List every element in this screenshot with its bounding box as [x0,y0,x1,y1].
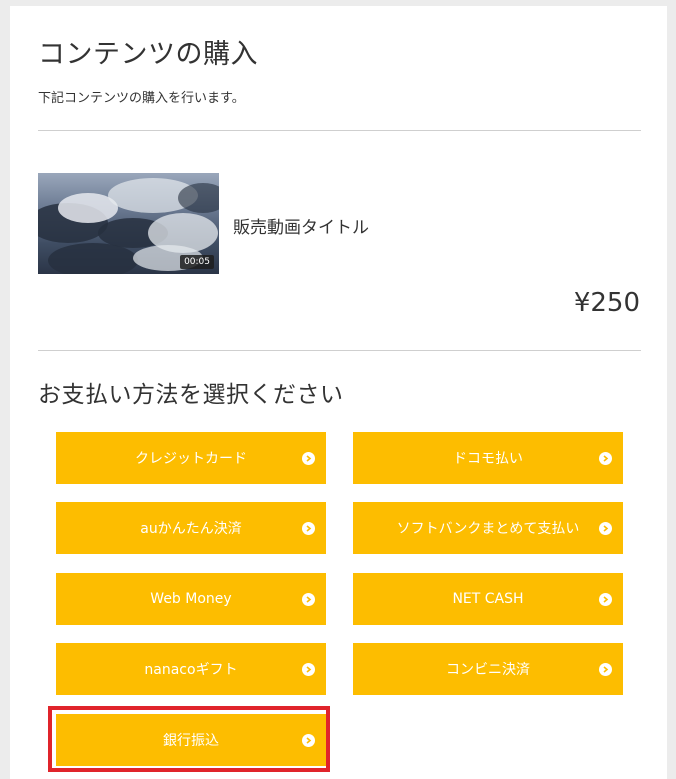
chevron-right-icon [302,522,315,535]
button-label: クレジットカード [135,451,247,467]
chevron-right-icon [599,593,612,606]
chevron-right-icon [302,734,315,747]
pay-docomo-button[interactable]: ドコモ払い [353,432,623,484]
payment-heading: お支払い方法を選択ください [38,382,344,408]
pay-webmoney-button[interactable]: Web Money [56,573,326,625]
chevron-right-icon [599,522,612,535]
button-label: ソフトバンクまとめて支払い [396,521,580,537]
pay-netcash-button[interactable]: NET CASH [353,573,623,625]
button-label: auかんたん決済 [140,521,242,537]
purchase-card: コンテンツの購入 下記コンテンツの購入を行います。 00:05 販売動画タイトル… [10,6,667,779]
divider [38,350,641,351]
button-label: nanacoギフト [144,662,238,678]
chevron-right-icon [302,593,315,606]
pay-au-button[interactable]: auかんたん決済 [56,502,326,554]
pay-bank-transfer-button[interactable]: 銀行振込 [56,714,326,766]
pay-convenience-store-button[interactable]: コンビニ決済 [353,643,623,695]
video-thumbnail[interactable]: 00:05 [38,173,219,274]
price: ¥250 [573,288,640,318]
page-subtitle: 下記コンテンツの購入を行います。 [38,91,245,106]
button-label: ドコモ払い [453,451,523,467]
video-duration: 00:05 [180,255,214,269]
pay-softbank-button[interactable]: ソフトバンクまとめて支払い [353,502,623,554]
button-label: 銀行振込 [163,733,219,749]
chevron-right-icon [599,663,612,676]
divider [38,130,641,131]
button-label: NET CASH [452,591,524,607]
button-label: コンビニ決済 [446,662,530,678]
video-title: 販売動画タイトル [233,218,369,238]
pay-nanaco-button[interactable]: nanacoギフト [56,643,326,695]
page-title: コンテンツの購入 [38,39,258,70]
chevron-right-icon [302,663,315,676]
pay-credit-card-button[interactable]: クレジットカード [56,432,326,484]
chevron-right-icon [599,452,612,465]
chevron-right-icon [302,452,315,465]
button-label: Web Money [150,591,232,607]
